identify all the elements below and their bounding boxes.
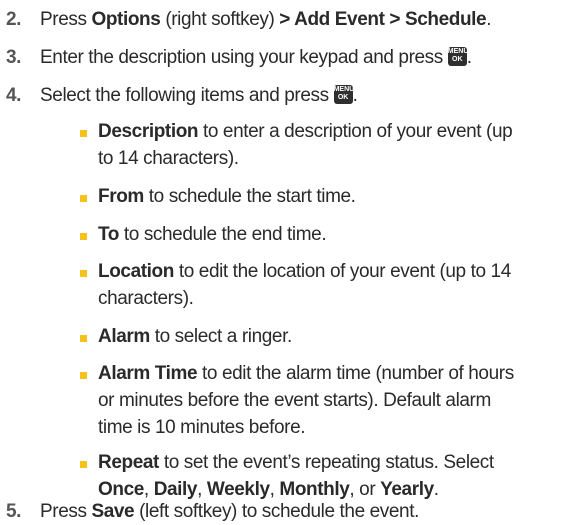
item-text-part: time is 10 minutes before. [98,417,306,438]
menu-ok-key-icon: MENU OK [447,46,469,66]
item-term: Location [98,261,174,282]
item-text-part: to select a ringer. [149,326,292,347]
bullet-square-icon [80,270,87,277]
step-text-part: . [352,85,358,106]
item-term: To [98,224,120,245]
menu-ok-key-icon: MENU OK [333,84,355,104]
item-text-part: to set the event’s repeating status. Sel… [158,452,494,473]
step-number: 2. [6,9,22,30]
menu-path: > Add Event > Schedule [279,9,487,30]
bullet-square-icon [80,195,87,202]
step-number: 4. [6,85,22,106]
step-text-part: (left softkey) to schedule the event. [134,501,419,522]
save-softkey-label: Save [91,501,135,522]
list-item-text: To to schedule the end time. [98,221,558,248]
repeat-option: Weekly [206,479,270,500]
menu-ok-icon-line2: OK [337,93,349,101]
item-text-part: to 14 characters). [98,148,239,169]
step-text-part: Press [40,9,92,30]
step-text-part: Press [40,501,92,522]
item-text-part: , or [349,479,381,500]
item-text-part: to enter a description of your event (up [198,121,513,142]
list-item-text: Alarm Time to edit the alarm time (numbe… [98,360,558,441]
item-text-part: characters). [98,288,194,309]
step-text-part: . [466,47,472,68]
step-text: Select the following items and press MEN… [40,82,560,109]
list-item-text: From to schedule the start time. [98,183,558,210]
menu-ok-icon-line1: MENU [333,85,355,93]
step-text-part: (right softkey) [160,9,280,30]
item-term: From [98,186,144,207]
item-term: Repeat [98,452,159,473]
item-text-part: to edit the alarm time (number of hours [197,363,514,384]
step-text: Enter the description using your keypad … [40,44,560,71]
item-text-part: , [197,479,207,500]
item-text-part: to schedule the end time. [119,224,327,245]
list-item-text: Repeat to set the event’s repeating stat… [98,449,558,503]
item-text-part: , [143,479,154,500]
step-text-part: Enter the description using your keypad … [40,47,448,68]
item-term: Description [98,121,199,142]
menu-ok-icon-line1: MENU [447,47,469,55]
item-text-part: or minutes before the event starts). Def… [98,390,491,411]
step-number: 3. [6,47,22,68]
bullet-square-icon [80,372,87,379]
step-text: Press Save (left softkey) to schedule th… [40,498,560,525]
item-text-part: . [433,479,439,500]
bullet-square-icon [80,335,87,342]
list-item-text: Location to edit the location of your ev… [98,258,558,312]
repeat-option: Monthly [279,479,350,500]
item-term: Alarm [98,326,150,347]
step-text: Press Options (right softkey) > Add Even… [40,6,560,33]
repeat-option: Daily [153,479,198,500]
repeat-option: Once [98,479,144,500]
menu-ok-icon-line2: OK [452,55,463,63]
instruction-document: 2. Press Options (right softkey) > Add E… [0,0,572,525]
list-item-text: Alarm to select a ringer. [98,323,558,350]
step-number: 5. [6,501,22,522]
step-text-part: . [486,9,492,30]
step-text-part: Select the following items and press [40,85,334,106]
bullet-square-icon [80,130,87,137]
item-text-part: , [269,479,280,500]
options-softkey-label: Options [91,9,161,30]
repeat-option: Yearly [380,479,434,500]
item-text-part: to edit the location of your event (up t… [173,261,511,282]
bullet-square-icon [80,461,87,468]
item-text-part: to schedule the start time. [143,186,356,207]
item-term: Alarm Time [98,363,198,384]
list-item-text: Description to enter a description of yo… [98,118,558,172]
bullet-square-icon [80,233,87,240]
